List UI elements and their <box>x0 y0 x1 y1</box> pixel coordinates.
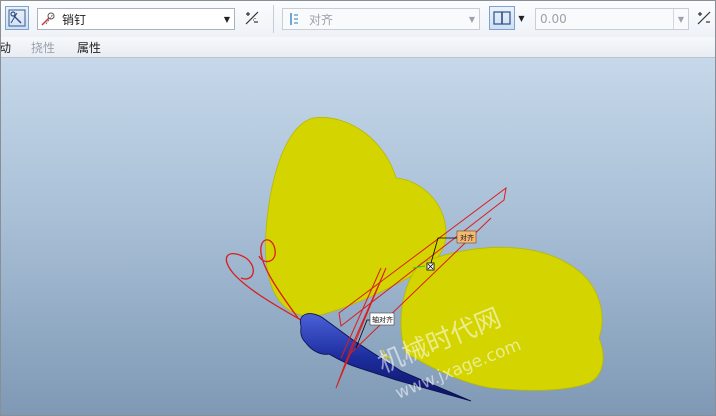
chevron-down-icon[interactable]: ▼ <box>220 9 234 29</box>
align-tag-bottom[interactable]: 轴对齐 <box>369 312 395 326</box>
align-tag-top[interactable]: 对齐 <box>456 230 477 244</box>
tab-motion[interactable]: 动 <box>1 39 11 56</box>
connection-icon <box>8 9 26 27</box>
align-tag-top-label: 对齐 <box>460 233 474 242</box>
align-constraint-icon <box>283 9 305 29</box>
user-defined-set-button[interactable] <box>5 6 29 30</box>
offset-type-button[interactable] <box>489 6 515 30</box>
assembly-window: 销钉 ▼ 对齐 ▼ ▼ 0.00 ▼ 动 挠性 属性 对齐 轴对齐 机械时代网 … <box>0 0 716 416</box>
tab-properties[interactable]: 属性 <box>77 39 101 56</box>
align-tag-bottom-label: 轴对齐 <box>372 315 393 324</box>
dashboard-tabs: 动 挠性 属性 <box>1 37 715 58</box>
constraint-toolbar: 销钉 ▼ 对齐 ▼ ▼ 0.00 ▼ <box>1 1 715 37</box>
chevron-down-icon: ▼ <box>518 13 525 23</box>
flip-offset-button[interactable] <box>692 6 715 30</box>
butterfly-model[interactable]: 对齐 轴对齐 机械时代网 www.jxage.com <box>1 58 715 415</box>
pin-constraint-icon <box>38 9 58 29</box>
toolbar-separator <box>273 5 274 33</box>
flip-icon <box>697 11 711 25</box>
constraint-type-select[interactable]: 销钉 ▼ <box>37 8 235 30</box>
offset-value: 0.00 <box>540 12 567 26</box>
flip-constraint-button[interactable] <box>240 6 264 30</box>
graphics-viewport[interactable]: 对齐 轴对齐 机械时代网 www.jxage.com <box>1 58 715 415</box>
chevron-down-icon[interactable]: ▼ <box>673 9 688 29</box>
coincident-offset-icon <box>493 11 511 25</box>
constraint-type-value: 销钉 <box>62 12 87 27</box>
flip-icon <box>245 11 259 25</box>
offset-type-dropdown[interactable]: ▼ <box>515 6 529 30</box>
secondary-constraint-select[interactable]: 对齐 ▼ <box>282 8 480 30</box>
secondary-constraint-placeholder: 对齐 <box>309 12 334 27</box>
tab-flexibility[interactable]: 挠性 <box>31 39 55 56</box>
chevron-down-icon[interactable]: ▼ <box>465 9 479 29</box>
offset-value-input[interactable]: 0.00 ▼ <box>535 8 689 30</box>
